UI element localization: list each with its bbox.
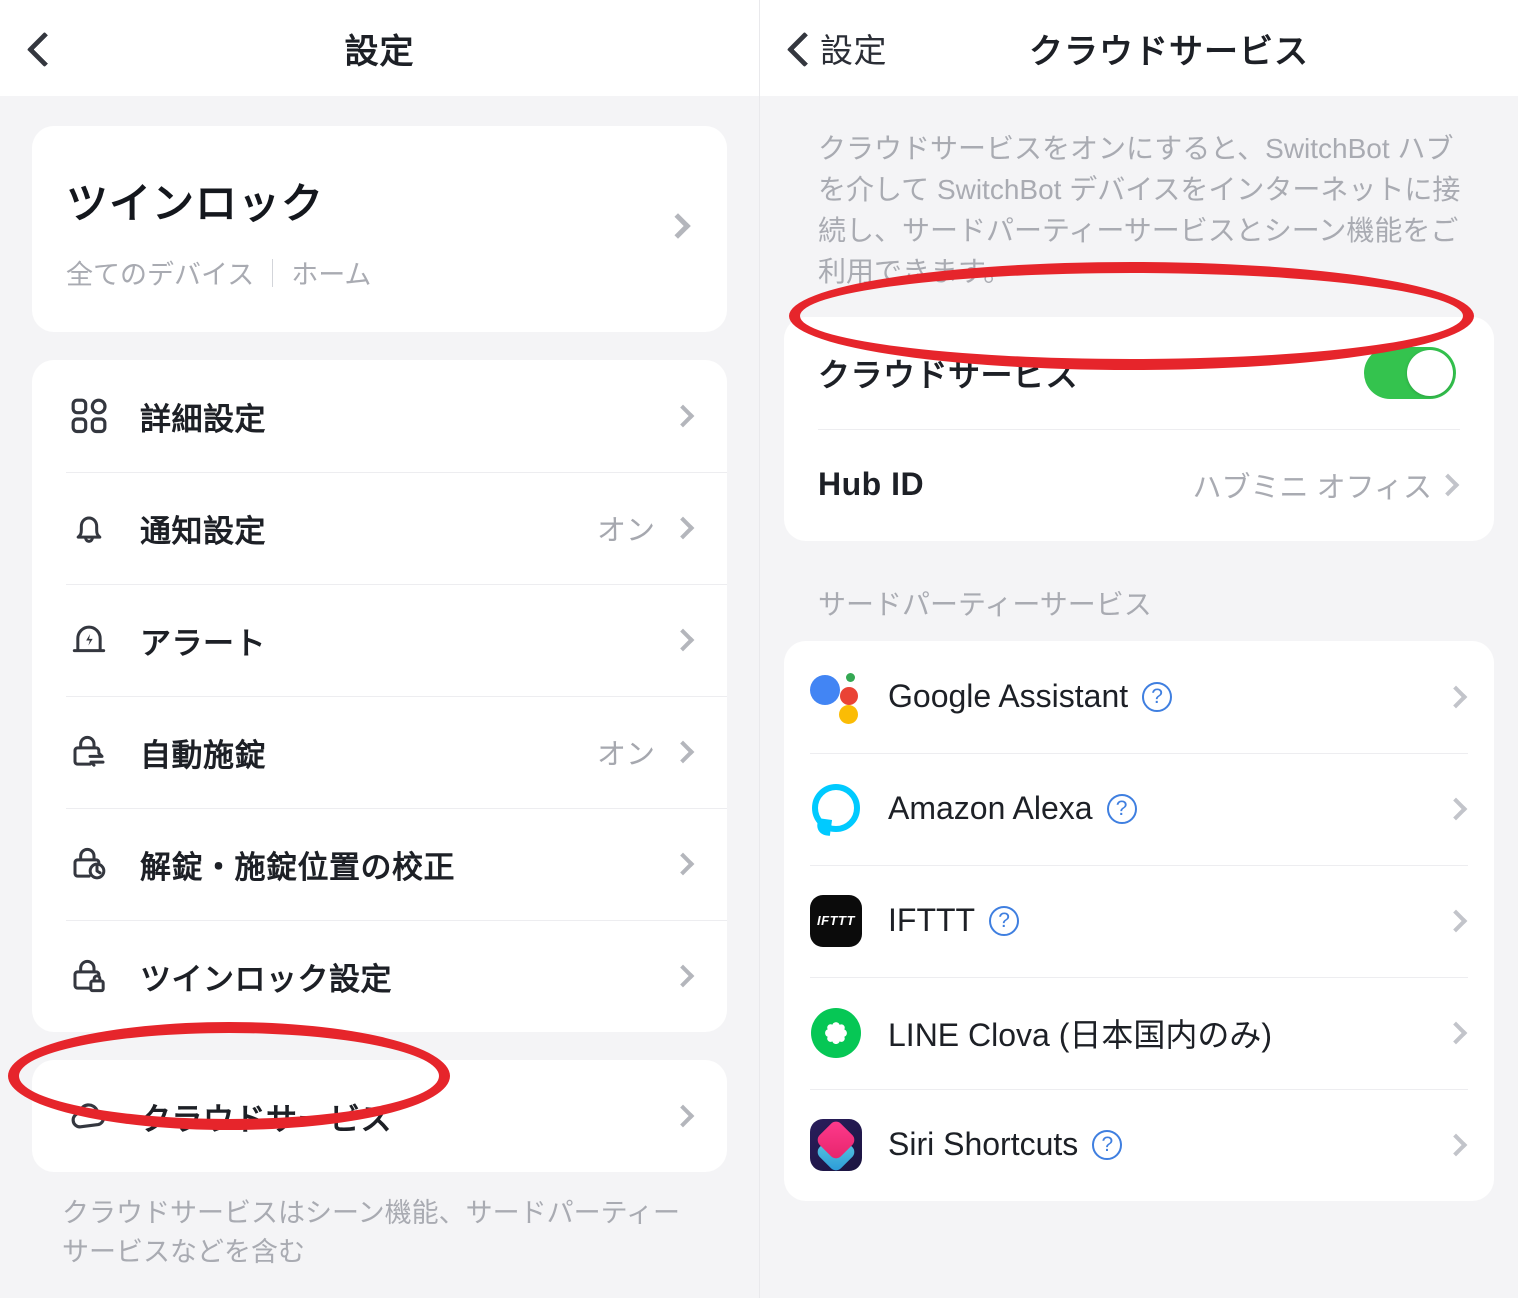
service-row-google-assistant[interactable]: Google Assistant ? (784, 641, 1494, 753)
google-assistant-icon (810, 671, 862, 724)
menu-item-auto-lock[interactable]: 自動施錠 オン (32, 696, 727, 808)
help-icon[interactable]: ? (989, 905, 1020, 936)
right-navbar: 設定 クラウドサービス (760, 0, 1518, 96)
menu-item-value: オン (596, 515, 655, 547)
lock-sync-icon (66, 729, 112, 775)
device-summary-card[interactable]: ツインロック 全てのデバイス ホーム (32, 126, 727, 332)
chevron-right-icon (671, 628, 695, 652)
lock-calibrate-icon (66, 841, 112, 887)
toggle-knob (1407, 349, 1453, 396)
menu-item-twin-lock-settings[interactable]: ツインロック設定 (32, 920, 727, 1032)
chevron-right-icon (1444, 685, 1468, 708)
right-panel-cloud-service: 設定 クラウドサービス クラウドサービスをオンにすると、SwitchBot ハブ… (759, 0, 1518, 1298)
service-row-line-clova[interactable]: LINE Clova (日本国内のみ) (784, 976, 1494, 1089)
service-label: Amazon Alexa (888, 790, 1093, 827)
ifttt-icon: IFTTT (810, 894, 862, 947)
device-room: ホーム (291, 260, 372, 290)
menu-item-cloud-service[interactable]: クラウドサービス (32, 1060, 727, 1172)
menu-item-label: アラート (140, 625, 266, 661)
menu-item-alert[interactable]: アラート (32, 584, 727, 696)
right-back-button[interactable]: 設定 (788, 24, 887, 72)
chevron-right-icon (671, 964, 695, 988)
third-party-services-card: Google Assistant ? Amazon Alexa ? IFTTT … (784, 640, 1494, 1201)
service-row-amazon-alexa[interactable]: Amazon Alexa ? (784, 752, 1494, 865)
chevron-right-icon (671, 740, 695, 764)
help-icon[interactable]: ? (1092, 1129, 1123, 1160)
cloud-service-description: クラウドサービスをオンにすると、SwitchBot ハブを介して SwitchB… (818, 133, 1461, 288)
menu-item-advanced-settings[interactable]: 詳細設定 (32, 360, 727, 472)
cloud-service-toggle[interactable] (1364, 346, 1456, 399)
line-clova-icon (810, 1007, 862, 1059)
menu-item-label: 通知設定 (140, 513, 266, 549)
hub-id-value: ハブミニ オフィス (1192, 471, 1432, 504)
menu-item-label: クラウドサービス (140, 1101, 392, 1137)
cloud-service-toggle-row[interactable]: クラウドサービス (794, 317, 1484, 429)
menu-item-label: 解錠・施錠位置の校正 (140, 849, 455, 885)
menu-item-notification-settings[interactable]: 通知設定 オン (32, 472, 727, 584)
help-icon[interactable]: ? (1142, 681, 1173, 712)
hub-id-label: Hub ID (818, 466, 925, 503)
hub-id-row[interactable]: Hub ID ハブミニ オフィス (794, 428, 1484, 541)
chevron-left-icon (788, 30, 810, 66)
ifttt-icon-text: IFTTT (810, 894, 862, 947)
siri-shortcuts-icon (810, 1118, 862, 1171)
chevron-right-icon (1444, 797, 1468, 820)
service-label: IFTTT (888, 902, 976, 939)
chevron-right-icon (1436, 473, 1460, 496)
third-party-section-label: サードパーティーサービス (818, 588, 1152, 620)
chevron-right-icon (671, 404, 695, 428)
device-name: ツインロック (66, 180, 325, 227)
amazon-alexa-icon (810, 783, 862, 836)
device-subtitle: 全てのデバイス ホーム (66, 253, 693, 292)
service-row-siri-shortcuts[interactable]: Siri Shortcuts ? (784, 1088, 1494, 1201)
service-label: Siri Shortcuts (888, 1126, 1079, 1163)
left-panel-settings: 設定 ツインロック 全てのデバイス ホーム 詳細設定 通知設定 オン アラート … (0, 0, 759, 1298)
menu-item-label: 詳細設定 (140, 401, 266, 437)
chevron-left-icon (28, 30, 50, 66)
left-back-button[interactable] (28, 30, 50, 66)
bell-icon (66, 505, 112, 551)
help-icon[interactable]: ? (1106, 793, 1137, 824)
chevron-right-icon (671, 1104, 695, 1128)
menu-item-label: ツインロック設定 (140, 961, 392, 997)
back-button-label: 設定 (820, 32, 887, 69)
twin-lock-icon (66, 953, 112, 999)
menu-item-label: 自動施錠 (140, 737, 266, 773)
service-row-ifttt[interactable]: IFTTT IFTTT ? (784, 864, 1494, 977)
screenshot-root: 設定 ツインロック 全てのデバイス ホーム 詳細設定 通知設定 オン アラート … (0, 0, 1518, 1298)
cloud-icon (66, 1093, 112, 1139)
cloud-service-settings-card: クラウドサービス Hub ID ハブミニ オフィス (784, 316, 1494, 541)
cloud-service-helper-text: クラウドサービスはシーン機能、サードパーティーサービスなどを含む (62, 1198, 681, 1268)
grid-icon (66, 393, 112, 439)
chevron-right-icon (1444, 909, 1468, 932)
cloud-service-card: クラウドサービス (32, 1060, 727, 1172)
subtitle-divider (272, 258, 274, 287)
device-scope: 全てのデバイス (66, 260, 255, 290)
settings-menu-card: 詳細設定 通知設定 オン アラート 自動施錠 オン 解錠・施錠位置の校正 ツイン… (32, 360, 727, 1032)
service-label: Google Assistant (888, 678, 1129, 715)
cloud-service-toggle-label: クラウドサービス (818, 356, 1079, 393)
alert-siren-icon (66, 617, 112, 663)
chevron-right-icon (1444, 1021, 1468, 1044)
chevron-right-icon (671, 852, 695, 876)
left-page-title: 設定 (344, 32, 415, 71)
menu-item-lock-calibration[interactable]: 解錠・施錠位置の校正 (32, 808, 727, 920)
menu-item-value: オン (596, 739, 655, 771)
chevron-right-icon (1444, 1133, 1468, 1156)
chevron-right-icon (671, 516, 695, 540)
service-label: LINE Clova (日本国内のみ) (888, 1016, 1273, 1053)
left-navbar: 設定 (0, 0, 759, 96)
